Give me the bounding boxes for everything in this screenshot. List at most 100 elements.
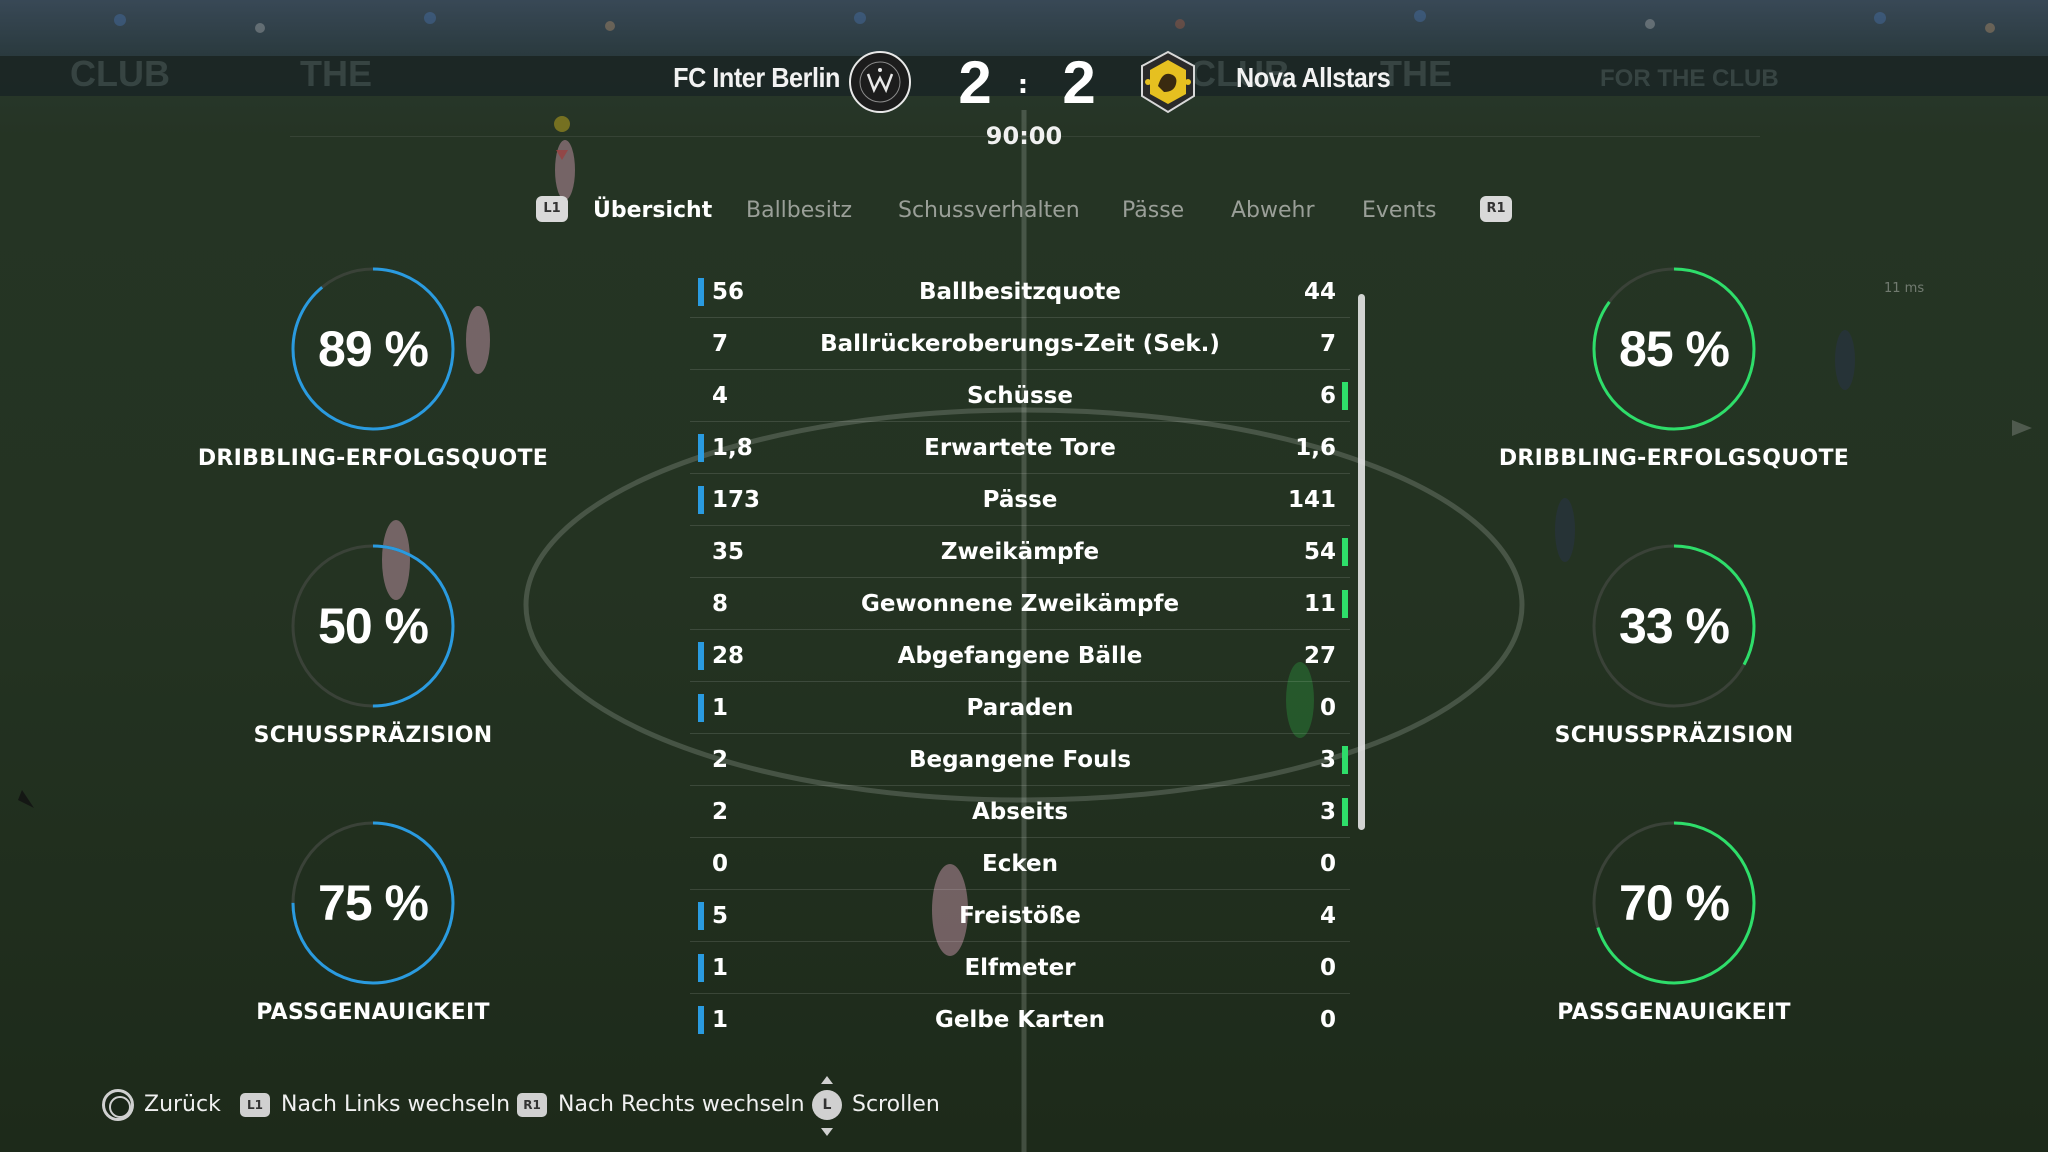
r1-button-icon: R1 bbox=[517, 1093, 547, 1117]
stat-away-value: 0 bbox=[1319, 851, 1336, 877]
stat-home-value: 7 bbox=[712, 331, 729, 357]
home-team-name: FC Inter Berlin bbox=[673, 62, 840, 93]
stat-label: Freistöße bbox=[959, 903, 1081, 929]
away-shot-accuracy-label: SCHUSSPRÄZISION bbox=[1554, 723, 1794, 748]
tab-uebersicht[interactable]: Übersicht bbox=[593, 198, 712, 223]
switch-left-label: Nach Links wechseln bbox=[281, 1092, 511, 1117]
stat-away-value: 0 bbox=[1319, 695, 1336, 721]
stat-row: 2 Begangene Fouls 3 bbox=[690, 734, 1350, 786]
away-pass-accuracy-gauge: 70 % bbox=[1591, 820, 1757, 986]
away-lead-bar bbox=[1342, 538, 1348, 566]
miami-crest-icon bbox=[848, 50, 912, 114]
svg-text:CLUB: CLUB bbox=[70, 53, 170, 94]
scroll-label: Scrollen bbox=[852, 1092, 940, 1117]
away-shot-accuracy-value: 33 % bbox=[1619, 598, 1730, 654]
stat-row: 56 Ballbesitzquote 44 bbox=[690, 266, 1350, 318]
stat-home-value: 28 bbox=[712, 643, 745, 669]
stat-home-value: 2 bbox=[712, 747, 729, 773]
home-lead-bar bbox=[698, 902, 704, 930]
stat-away-value: 3 bbox=[1319, 799, 1336, 825]
stat-away-value: 6 bbox=[1319, 383, 1336, 409]
scroll-down-arrow-icon bbox=[821, 1128, 833, 1136]
stat-label: Gewonnene Zweikämpfe bbox=[860, 591, 1180, 617]
stats-scrollbar[interactable] bbox=[1358, 294, 1365, 830]
stat-row: 0 Ecken 0 bbox=[690, 838, 1350, 890]
away-pass-accuracy-value: 70 % bbox=[1619, 875, 1730, 931]
stat-row: 2 Abseits 3 bbox=[690, 786, 1350, 838]
home-lead-bar bbox=[698, 694, 704, 722]
home-lead-bar bbox=[698, 486, 704, 514]
home-score: 2 bbox=[958, 49, 992, 116]
stat-home-value: 1 bbox=[712, 955, 729, 981]
stat-row: 1 Elfmeter 0 bbox=[690, 942, 1350, 994]
away-lead-bar bbox=[1342, 590, 1348, 618]
stat-row: 1 Paraden 0 bbox=[690, 682, 1350, 734]
stat-away-value: 7 bbox=[1319, 331, 1336, 357]
home-pass-accuracy-gauge: 75 % bbox=[290, 820, 456, 986]
svg-text:FOR THE CLUB: FOR THE CLUB bbox=[1600, 65, 1779, 92]
away-dribbling-label: DRIBBLING-ERFOLGSQUOTE bbox=[1498, 446, 1850, 471]
away-dribbling-gauge: 85 % bbox=[1591, 266, 1757, 432]
home-dribbling-value: 89 % bbox=[318, 321, 429, 377]
gold-lion-crest-icon bbox=[1136, 50, 1200, 114]
away-team-name: Nova Allstars bbox=[1236, 62, 1391, 93]
stat-home-value: 1 bbox=[712, 695, 729, 721]
l1-button-hint[interactable]: L1 bbox=[536, 196, 568, 222]
stat-away-value: 54 bbox=[1303, 539, 1336, 565]
stat-row: 8 Gewonnene Zweikämpfe 11 bbox=[690, 578, 1350, 630]
stat-row: 173 Pässe 141 bbox=[690, 474, 1350, 526]
tab-events[interactable]: Events bbox=[1362, 198, 1437, 223]
stat-away-value: 44 bbox=[1303, 279, 1336, 305]
left-stick-icon: L bbox=[812, 1090, 842, 1120]
stat-row: 28 Abgefangene Bälle 27 bbox=[690, 630, 1350, 682]
away-dribbling-value: 85 % bbox=[1619, 321, 1730, 377]
home-lead-bar bbox=[698, 954, 704, 982]
stat-away-value: 1,6 bbox=[1295, 435, 1336, 461]
home-lead-bar bbox=[698, 642, 704, 670]
stat-home-value: 4 bbox=[712, 383, 729, 409]
home-lead-bar bbox=[698, 1006, 704, 1034]
stat-label: Elfmeter bbox=[964, 955, 1076, 981]
stat-label: Schüsse bbox=[967, 383, 1073, 409]
stat-label: Ecken bbox=[982, 851, 1058, 877]
stat-label: Ballbesitzquote bbox=[918, 279, 1122, 305]
score-separator: : bbox=[1017, 70, 1029, 100]
home-dribbling-gauge: 89 % bbox=[290, 266, 456, 432]
stat-label: Erwartete Tore bbox=[924, 435, 1116, 461]
stat-label: Paraden bbox=[966, 695, 1074, 721]
home-dribbling-label: DRIBBLING-ERFOLGSQUOTE bbox=[197, 446, 549, 471]
tab-paesse[interactable]: Pässe bbox=[1122, 198, 1184, 223]
away-lead-bar bbox=[1342, 798, 1348, 826]
stat-away-value: 0 bbox=[1319, 955, 1336, 981]
away-shot-accuracy-gauge: 33 % bbox=[1591, 543, 1757, 709]
away-lead-bar bbox=[1342, 746, 1348, 774]
svg-text:THE: THE bbox=[300, 53, 372, 94]
stat-home-value: 5 bbox=[712, 903, 729, 929]
home-shot-accuracy-value: 50 % bbox=[318, 598, 429, 654]
stat-label: Pässe bbox=[982, 487, 1058, 513]
match-time: 90:00 bbox=[985, 122, 1063, 150]
r1-button-hint[interactable]: R1 bbox=[1480, 196, 1512, 222]
stat-home-value: 1 bbox=[712, 1007, 729, 1033]
tab-schussverhalten[interactable]: Schussverhalten bbox=[898, 198, 1080, 223]
controller-hints: Zurück L1 Nach Links wechseln R1 Nach Re… bbox=[0, 1076, 2048, 1136]
stat-home-value: 56 bbox=[712, 279, 745, 305]
home-shot-accuracy-gauge: 50 % bbox=[290, 543, 456, 709]
tab-abwehr[interactable]: Abwehr bbox=[1231, 198, 1315, 223]
away-lead-bar bbox=[1342, 382, 1348, 410]
stats-table[interactable]: 56 Ballbesitzquote 44 7 Ballrückeroberungs-… bbox=[690, 266, 1350, 1046]
stat-home-value: 8 bbox=[712, 591, 729, 617]
stat-label: Zweikämpfe bbox=[940, 539, 1100, 565]
stat-row: 1 Gelbe Karten 0 bbox=[690, 994, 1350, 1046]
stat-home-value: 173 bbox=[712, 487, 761, 513]
stat-label: Begangene Fouls bbox=[908, 747, 1132, 773]
back-label: Zurück bbox=[144, 1092, 221, 1117]
stat-home-value: 0 bbox=[712, 851, 729, 877]
stat-row: 7 Ballrückeroberungs-Zeit (Sek.) 7 bbox=[690, 318, 1350, 370]
tab-ballbesitz[interactable]: Ballbesitz bbox=[746, 198, 852, 223]
stat-row: 4 Schüsse 6 bbox=[690, 370, 1350, 422]
away-score: 2 bbox=[1062, 49, 1096, 116]
stat-row: 35 Zweikämpfe 54 bbox=[690, 526, 1350, 578]
stat-home-value: 2 bbox=[712, 799, 729, 825]
switch-right-label: Nach Rechts wechseln bbox=[558, 1092, 805, 1117]
